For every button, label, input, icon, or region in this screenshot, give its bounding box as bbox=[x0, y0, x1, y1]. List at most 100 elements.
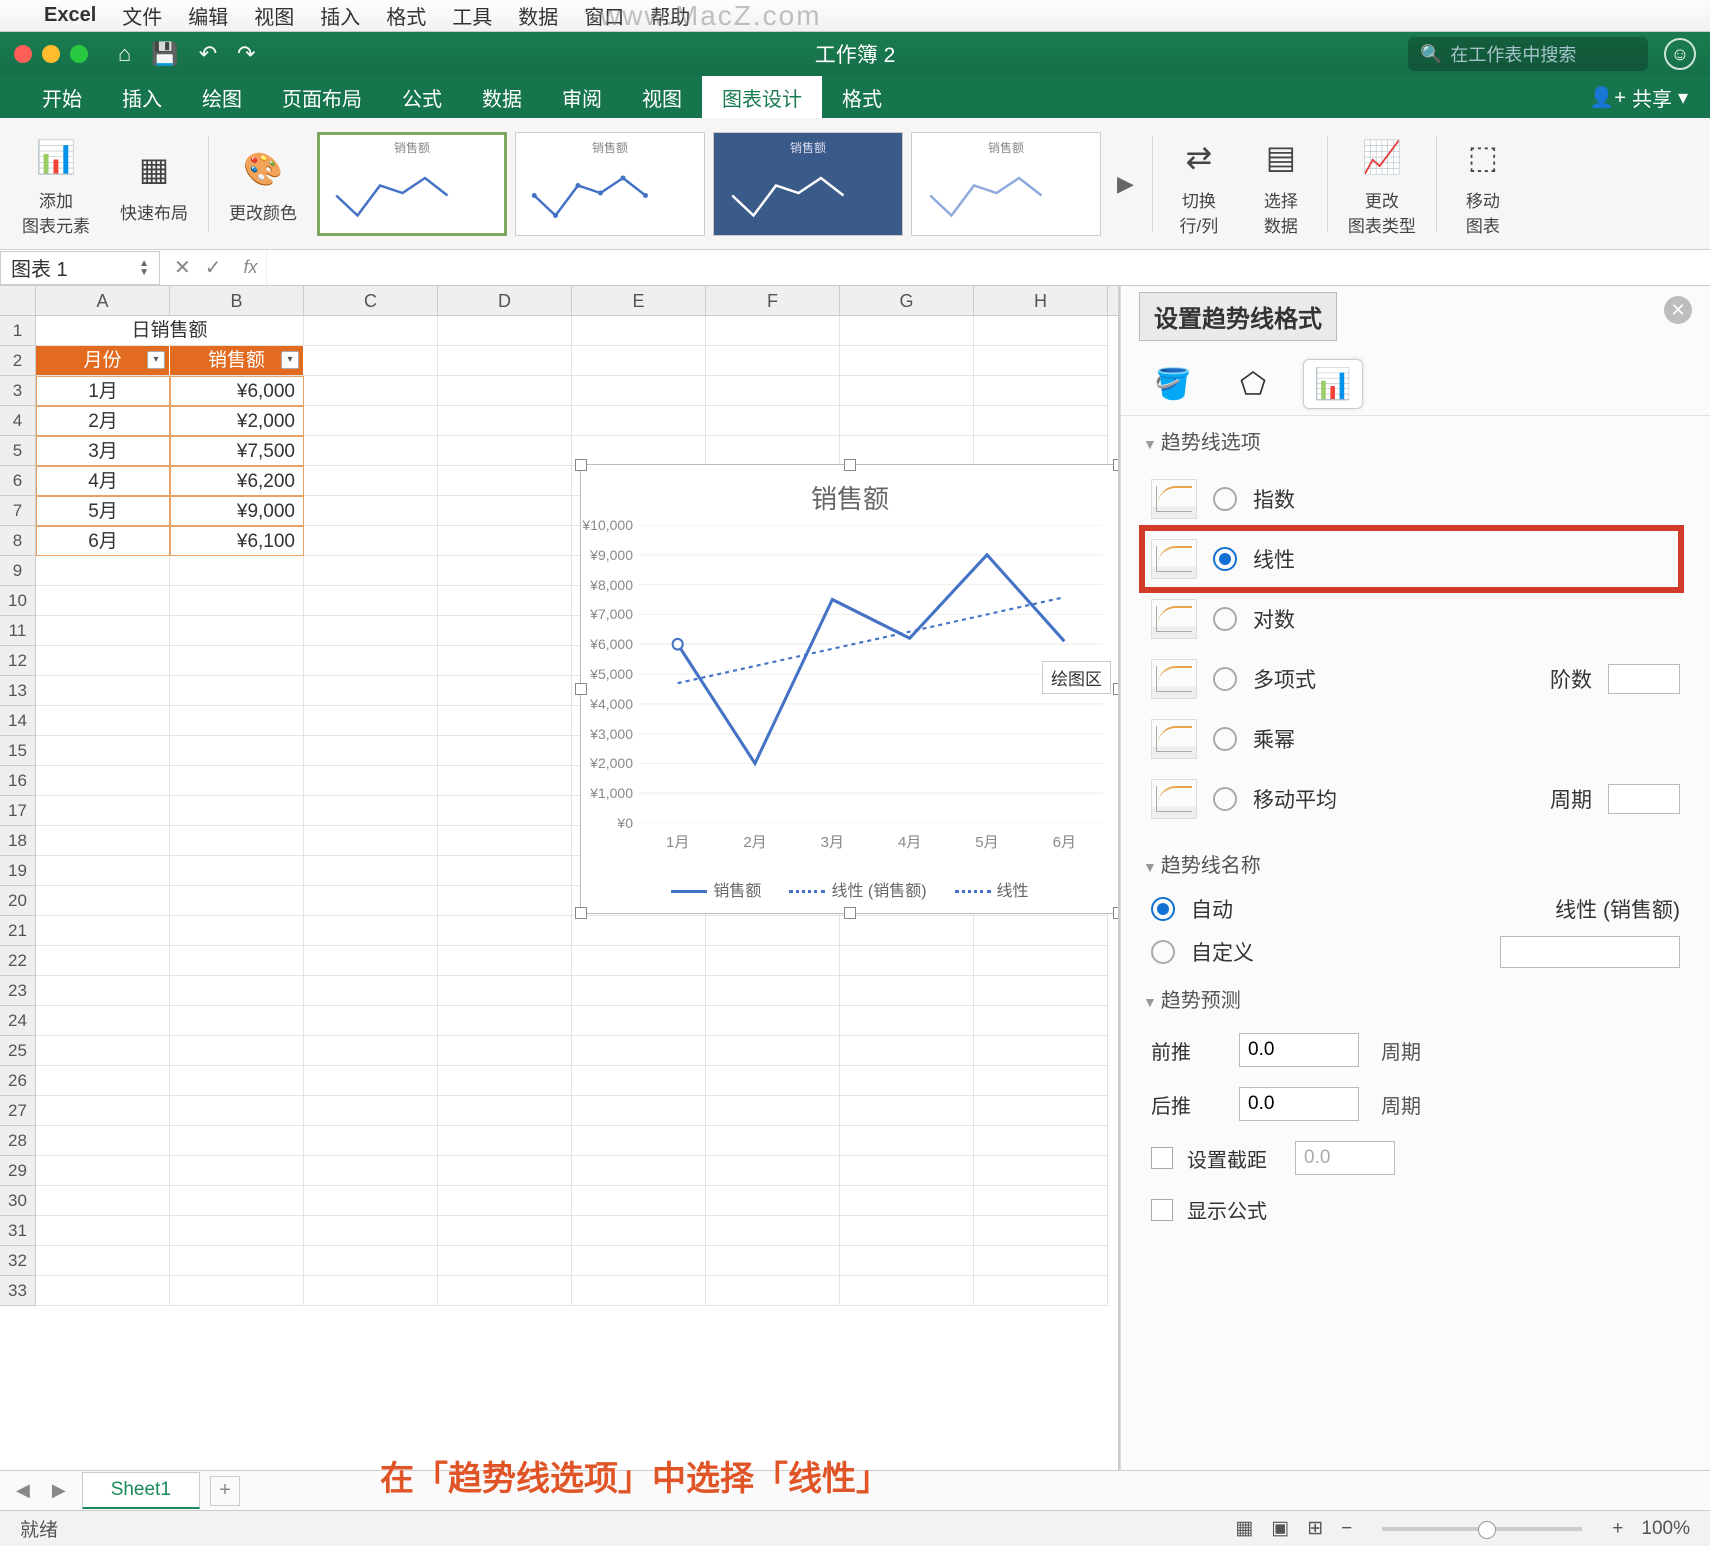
tab-view[interactable]: 视图 bbox=[622, 76, 702, 118]
tab-draw[interactable]: 绘图 bbox=[182, 76, 262, 118]
col-F[interactable]: F bbox=[706, 286, 840, 315]
home-icon[interactable]: ⌂ bbox=[118, 41, 131, 67]
share-button[interactable]: 👤+共享 ▾ bbox=[1567, 76, 1710, 118]
tab-format[interactable]: 格式 bbox=[822, 76, 902, 118]
trend-option-power[interactable]: 乘幂 bbox=[1151, 709, 1680, 769]
col-H[interactable]: H bbox=[974, 286, 1108, 315]
filter-icon[interactable]: ▾ bbox=[147, 351, 165, 369]
menu-view[interactable]: 视图 bbox=[254, 1, 294, 30]
chart-style-2[interactable]: 销售额 bbox=[515, 132, 705, 236]
change-chart-type-button[interactable]: 📈更改 图表类型 bbox=[1338, 131, 1426, 237]
tab-insert[interactable]: 插入 bbox=[102, 76, 182, 118]
radio-movavg[interactable] bbox=[1213, 787, 1237, 811]
chart-styles-gallery[interactable]: 销售额 销售额 销售额 销售额 ▶ bbox=[317, 132, 1142, 236]
tab-review[interactable]: 审阅 bbox=[542, 76, 622, 118]
col-B[interactable]: B bbox=[170, 286, 304, 315]
search-input[interactable]: 🔍 在工作表中搜索 bbox=[1408, 37, 1648, 71]
redo-icon[interactable]: ↷ bbox=[237, 41, 255, 67]
traffic-lights[interactable] bbox=[14, 45, 88, 63]
radio-power[interactable] bbox=[1213, 727, 1237, 751]
tab-formulas[interactable]: 公式 bbox=[382, 76, 462, 118]
intercept-checkbox[interactable] bbox=[1151, 1147, 1173, 1169]
backward-input[interactable] bbox=[1239, 1087, 1359, 1121]
filter-icon[interactable]: ▾ bbox=[281, 351, 299, 369]
app-name[interactable]: Excel bbox=[44, 4, 96, 27]
move-chart-button[interactable]: ⬚移动 图表 bbox=[1447, 131, 1519, 237]
pane-tab-options-icon[interactable]: 📊 bbox=[1303, 359, 1363, 409]
save-icon[interactable]: 💾 bbox=[151, 41, 178, 67]
radio-custom-name[interactable] bbox=[1151, 940, 1175, 964]
quick-layout-button[interactable]: ▦ 快速布局 bbox=[110, 143, 198, 224]
trend-thumb-icon bbox=[1151, 539, 1197, 579]
trend-option-log[interactable]: 对数 bbox=[1151, 589, 1680, 649]
sheet-tab-1[interactable]: Sheet1 bbox=[82, 1472, 200, 1509]
menu-data[interactable]: 数据 bbox=[518, 1, 558, 30]
chart-plot-area[interactable] bbox=[639, 525, 1103, 823]
menu-tools[interactable]: 工具 bbox=[452, 1, 492, 30]
embedded-chart[interactable]: 销售额 绘图区 ¥0¥1,000¥2,000¥3,000¥4,000¥5,000… bbox=[580, 464, 1120, 914]
tab-data[interactable]: 数据 bbox=[462, 76, 542, 118]
formula-input[interactable] bbox=[266, 250, 1710, 285]
name-box[interactable]: 图表 1▲▼ bbox=[0, 251, 160, 285]
menu-edit[interactable]: 编辑 bbox=[188, 1, 228, 30]
trendline-options-section[interactable]: 趋势线选项 bbox=[1121, 415, 1710, 465]
forward-input[interactable] bbox=[1239, 1033, 1359, 1067]
radio-exp[interactable] bbox=[1213, 487, 1237, 511]
pane-tab-fill-icon[interactable]: 🪣 bbox=[1143, 359, 1203, 409]
view-pagebreak-icon[interactable]: ⊞ bbox=[1307, 1517, 1323, 1540]
undo-icon[interactable]: ↶ bbox=[199, 41, 217, 67]
chart-legend[interactable]: 销售额 线性 (销售额) 线性 bbox=[581, 877, 1119, 901]
add-sheet-button[interactable]: + bbox=[210, 1476, 240, 1506]
tab-home[interactable]: 开始 bbox=[22, 76, 102, 118]
spreadsheet-grid[interactable]: A B C D E F G H 1日销售额2月份▾销售额▾31月¥6,00042… bbox=[0, 286, 1120, 1470]
change-colors-button[interactable]: 🎨 更改颜色 bbox=[219, 143, 307, 224]
radio-log[interactable] bbox=[1213, 607, 1237, 631]
menu-file[interactable]: 文件 bbox=[122, 1, 162, 30]
chart-style-1[interactable]: 销售额 bbox=[317, 132, 507, 236]
select-data-button[interactable]: ▤选择 数据 bbox=[1245, 131, 1317, 237]
zoom-slider[interactable] bbox=[1382, 1527, 1582, 1531]
col-D[interactable]: D bbox=[438, 286, 572, 315]
pane-tab-effects-icon[interactable]: ⬠ bbox=[1223, 359, 1283, 409]
sheet-nav-next-icon[interactable]: ▶ bbox=[46, 1480, 72, 1501]
menu-insert[interactable]: 插入 bbox=[320, 1, 360, 30]
chart-style-4[interactable]: 销售额 bbox=[911, 132, 1101, 236]
col-A[interactable]: A bbox=[36, 286, 170, 315]
custom-name-input[interactable] bbox=[1500, 936, 1680, 968]
trend-option-linear[interactable]: 线性 bbox=[1143, 529, 1680, 589]
zoom-out-icon[interactable]: − bbox=[1341, 1518, 1352, 1540]
tab-pagelayout[interactable]: 页面布局 bbox=[262, 76, 382, 118]
view-pagelayout-icon[interactable]: ▣ bbox=[1271, 1517, 1289, 1540]
poly-param-input[interactable] bbox=[1608, 664, 1680, 694]
user-avatar-icon[interactable]: ☺ bbox=[1664, 38, 1696, 70]
chart-style-3[interactable]: 销售额 bbox=[713, 132, 903, 236]
view-normal-icon[interactable]: ▦ bbox=[1235, 1517, 1253, 1540]
zoom-in-icon[interactable]: + bbox=[1612, 1518, 1623, 1540]
trend-option-exp[interactable]: 指数 bbox=[1151, 469, 1680, 529]
intercept-input[interactable] bbox=[1295, 1141, 1395, 1175]
zoom-value[interactable]: 100% bbox=[1641, 1518, 1690, 1540]
radio-auto-name[interactable] bbox=[1151, 897, 1175, 921]
add-chart-element-button[interactable]: 📊 添加 图表元素 bbox=[12, 131, 100, 237]
col-G[interactable]: G bbox=[840, 286, 974, 315]
switch-row-col-button[interactable]: ⇄切换 行/列 bbox=[1163, 131, 1235, 237]
styles-more-icon[interactable]: ▶ bbox=[1109, 171, 1142, 197]
chart-title[interactable]: 销售额 bbox=[581, 465, 1119, 530]
cancel-icon[interactable]: ✕ bbox=[174, 255, 191, 280]
movavg-param-input[interactable] bbox=[1608, 784, 1680, 814]
switch-icon: ⇄ bbox=[1173, 131, 1225, 183]
tab-chartdesign[interactable]: 图表设计 bbox=[702, 76, 822, 118]
sheet-nav-prev-icon[interactable]: ◀ bbox=[10, 1480, 36, 1501]
col-C[interactable]: C bbox=[304, 286, 438, 315]
enter-icon[interactable]: ✓ bbox=[205, 255, 222, 280]
mac-menubar[interactable]: Excel 文件 编辑 视图 插入 格式 工具 数据 窗口 帮助 bbox=[0, 0, 1710, 32]
trend-option-poly[interactable]: 多项式阶数 bbox=[1151, 649, 1680, 709]
radio-poly[interactable] bbox=[1213, 667, 1237, 691]
menu-format[interactable]: 格式 bbox=[386, 1, 426, 30]
show-equation-checkbox[interactable] bbox=[1151, 1199, 1173, 1221]
col-E[interactable]: E bbox=[572, 286, 706, 315]
trend-option-movavg[interactable]: 移动平均周期 bbox=[1151, 769, 1680, 829]
radio-linear[interactable] bbox=[1213, 547, 1237, 571]
close-pane-icon[interactable]: ✕ bbox=[1664, 296, 1692, 324]
select-all-corner[interactable] bbox=[0, 286, 36, 315]
